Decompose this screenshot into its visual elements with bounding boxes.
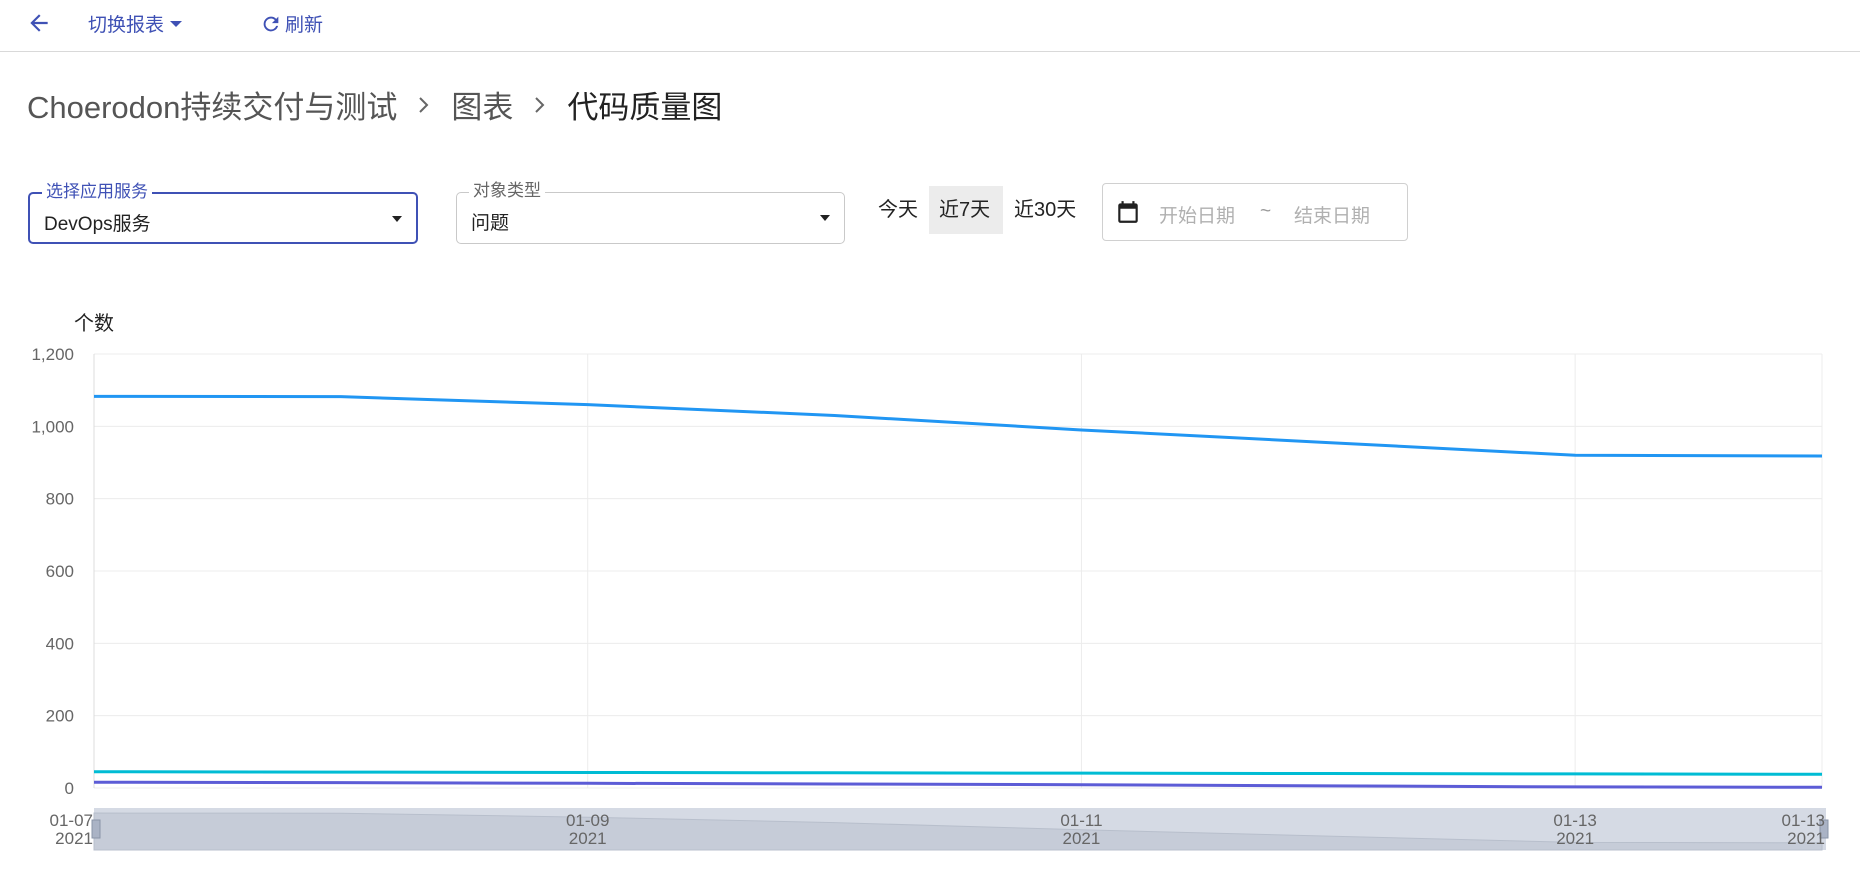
chevron-right-icon xyxy=(417,95,431,115)
x-tick-label: 2021 xyxy=(1063,829,1101,848)
range-30days-button[interactable]: 近30天 xyxy=(1004,186,1086,234)
object-type-select[interactable]: 对象类型 问题 xyxy=(456,181,845,244)
toolbar: 切换报表 刷新 xyxy=(0,0,1860,52)
caret-down-icon xyxy=(170,20,183,27)
x-tick-label: 01-13 xyxy=(1782,811,1825,830)
x-tick-label: 2021 xyxy=(1787,829,1825,848)
y-tick-label: 600 xyxy=(46,562,74,581)
y-tick-label: 1,200 xyxy=(31,345,74,364)
series-line-3 xyxy=(93,780,1823,789)
line-chart: 02004006008001,0001,20001-07202101-09202… xyxy=(31,345,1829,851)
y-tick-label: 400 xyxy=(46,634,74,653)
refresh-icon xyxy=(260,13,282,35)
x-tick-label: 01-11 xyxy=(1060,811,1102,830)
y-tick-label: 1,000 xyxy=(31,417,74,436)
x-tick-label: 2021 xyxy=(55,829,93,848)
y-tick-label: 0 xyxy=(65,779,74,798)
range-today-button[interactable]: 今天 xyxy=(868,186,928,234)
y-tick-label: 800 xyxy=(46,490,74,509)
y-tick-label: 200 xyxy=(46,707,74,726)
switch-report-button[interactable]: 切换报表 xyxy=(88,10,183,37)
chevron-right-icon xyxy=(533,95,547,115)
dropdown-arrow-icon xyxy=(392,216,402,222)
x-tick-label: 01-13 xyxy=(1553,811,1596,830)
breadcrumb-section[interactable]: 图表 xyxy=(451,82,513,127)
refresh-button[interactable]: 刷新 xyxy=(260,10,323,37)
range-7days-button[interactable]: 近7天 xyxy=(929,186,1003,234)
object-type-value: 问题 xyxy=(471,213,510,234)
breadcrumb: Choerodon持续交付与测试 图表 代码质量图 xyxy=(27,82,722,127)
page-title: 代码质量图 xyxy=(567,90,723,125)
zoom-handle-left xyxy=(91,819,101,839)
switch-report-label: 切换报表 xyxy=(88,15,165,36)
refresh-label: 刷新 xyxy=(285,15,324,36)
back-button[interactable] xyxy=(26,10,52,42)
service-select[interactable]: 选择应用服务 DevOps服务 xyxy=(28,182,418,244)
arrow-left-icon xyxy=(26,10,52,42)
x-tick-label: 2021 xyxy=(1556,829,1594,848)
date-separator: ~ xyxy=(1260,201,1272,222)
x-tick-label: 01-09 xyxy=(566,811,609,830)
calendar-icon xyxy=(1115,199,1141,230)
service-select-value: DevOps服务 xyxy=(44,214,151,235)
breadcrumb-project[interactable]: Choerodon持续交付与测试 xyxy=(27,82,397,127)
x-tick-label: 01-07 xyxy=(50,811,93,830)
x-tick-label: 2021 xyxy=(569,829,607,848)
dropdown-arrow-icon xyxy=(820,215,830,221)
service-select-label: 选择应用服务 xyxy=(42,182,152,202)
end-date-input[interactable]: 结束日期 xyxy=(1294,201,1370,228)
object-type-label: 对象类型 xyxy=(469,181,545,201)
series-line-2 xyxy=(93,770,1823,776)
date-range-picker[interactable]: 开始日期 ~ 结束日期 xyxy=(1102,183,1408,241)
start-date-input[interactable]: 开始日期 xyxy=(1159,201,1235,228)
